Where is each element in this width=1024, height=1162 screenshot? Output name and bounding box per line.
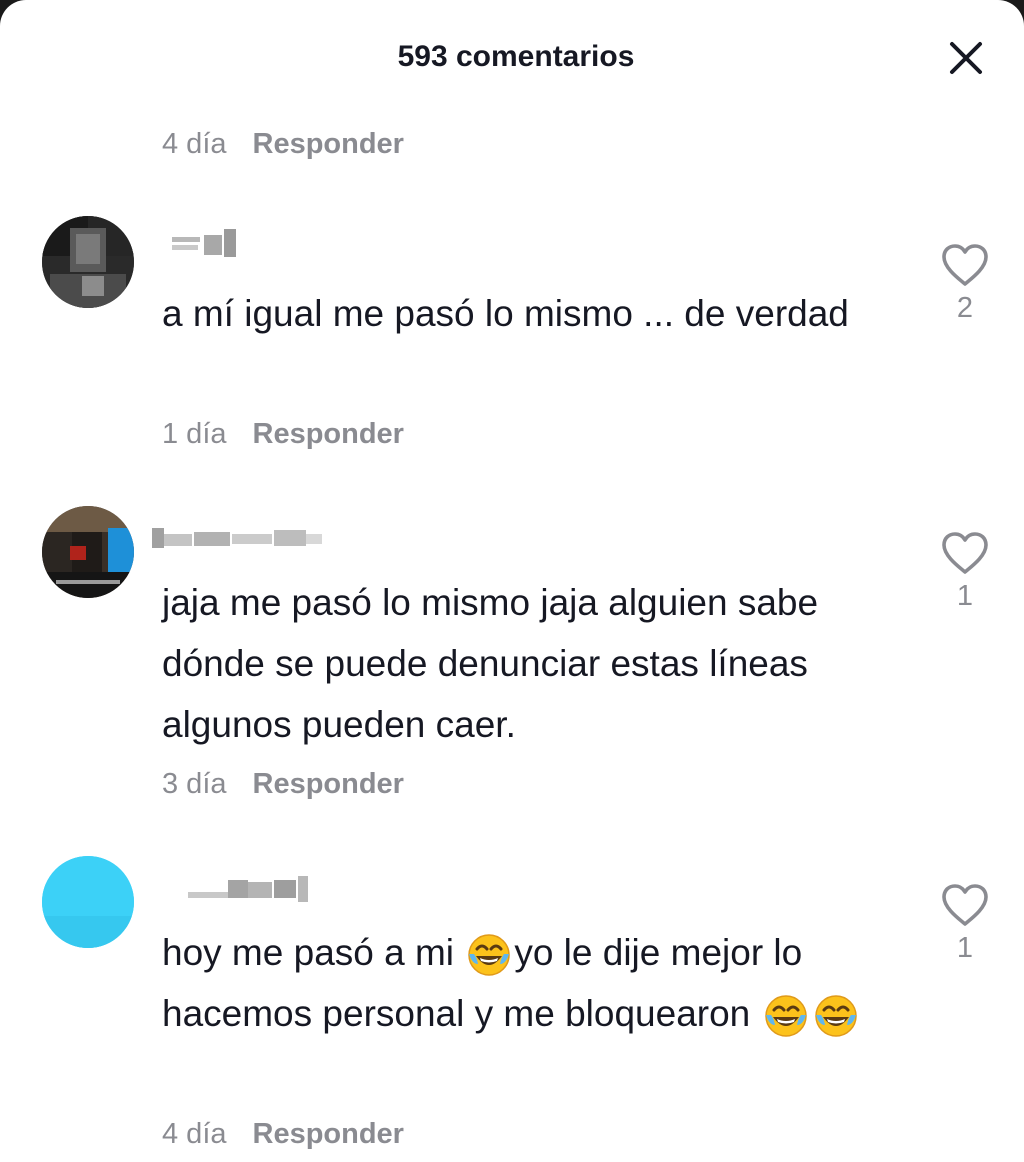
like-button[interactable]: 2 [938, 242, 992, 325]
close-icon [950, 42, 982, 74]
username-blurred[interactable] [172, 227, 242, 263]
reply-button[interactable]: Responder [253, 768, 404, 800]
avatar[interactable] [42, 216, 134, 308]
comment-text: a mí igual me pasó lo mismo ... de verda… [162, 293, 849, 334]
close-button[interactable] [944, 36, 988, 80]
face-with-tears-of-joy-icon [764, 995, 807, 1037]
reply-button[interactable]: Responder [253, 128, 404, 160]
comment-text: hoy me pasó a mi yo le dije mejor lo hac… [162, 922, 882, 1044]
comment-text-part: hoy me pasó a mi [162, 932, 465, 973]
comments-header: 593 comentarios [0, 0, 1024, 120]
comment-meta: 3 día Responder [162, 768, 404, 801]
comment-time: 4 día [162, 128, 227, 160]
username-blurred[interactable] [188, 872, 312, 908]
comment-time: 1 día [162, 418, 227, 450]
avatar[interactable] [42, 856, 134, 948]
comment-meta: 4 día Responder [162, 1118, 404, 1151]
username-blurred[interactable] [152, 522, 324, 558]
like-button[interactable]: 1 [938, 530, 992, 613]
heart-outline-icon [942, 884, 988, 926]
face-with-tears-of-joy-icon [468, 934, 511, 976]
reply-button[interactable]: Responder [253, 1118, 404, 1150]
like-count: 1 [956, 932, 974, 964]
comment-meta: 1 día Responder [162, 418, 404, 451]
comment-time: 4 día [162, 1118, 227, 1150]
reply-button[interactable]: Responder [253, 418, 404, 450]
comment-text: jaja me pasó lo mismo jaja alguien sabe … [162, 582, 819, 745]
like-count: 2 [956, 292, 974, 324]
heart-outline-icon [942, 532, 988, 574]
like-button[interactable]: 1 [938, 882, 992, 965]
comments-sheet: 593 comentarios 4 día Responder a mí igu… [0, 0, 1024, 1162]
previous-comment-meta: 4 día Responder [162, 128, 404, 161]
like-count: 1 [956, 580, 974, 612]
comment-time: 3 día [162, 768, 227, 800]
avatar[interactable] [42, 506, 134, 598]
comments-count-title: 593 comentarios [397, 40, 635, 73]
heart-outline-icon [942, 244, 988, 286]
face-with-tears-of-joy-icon [814, 995, 857, 1037]
